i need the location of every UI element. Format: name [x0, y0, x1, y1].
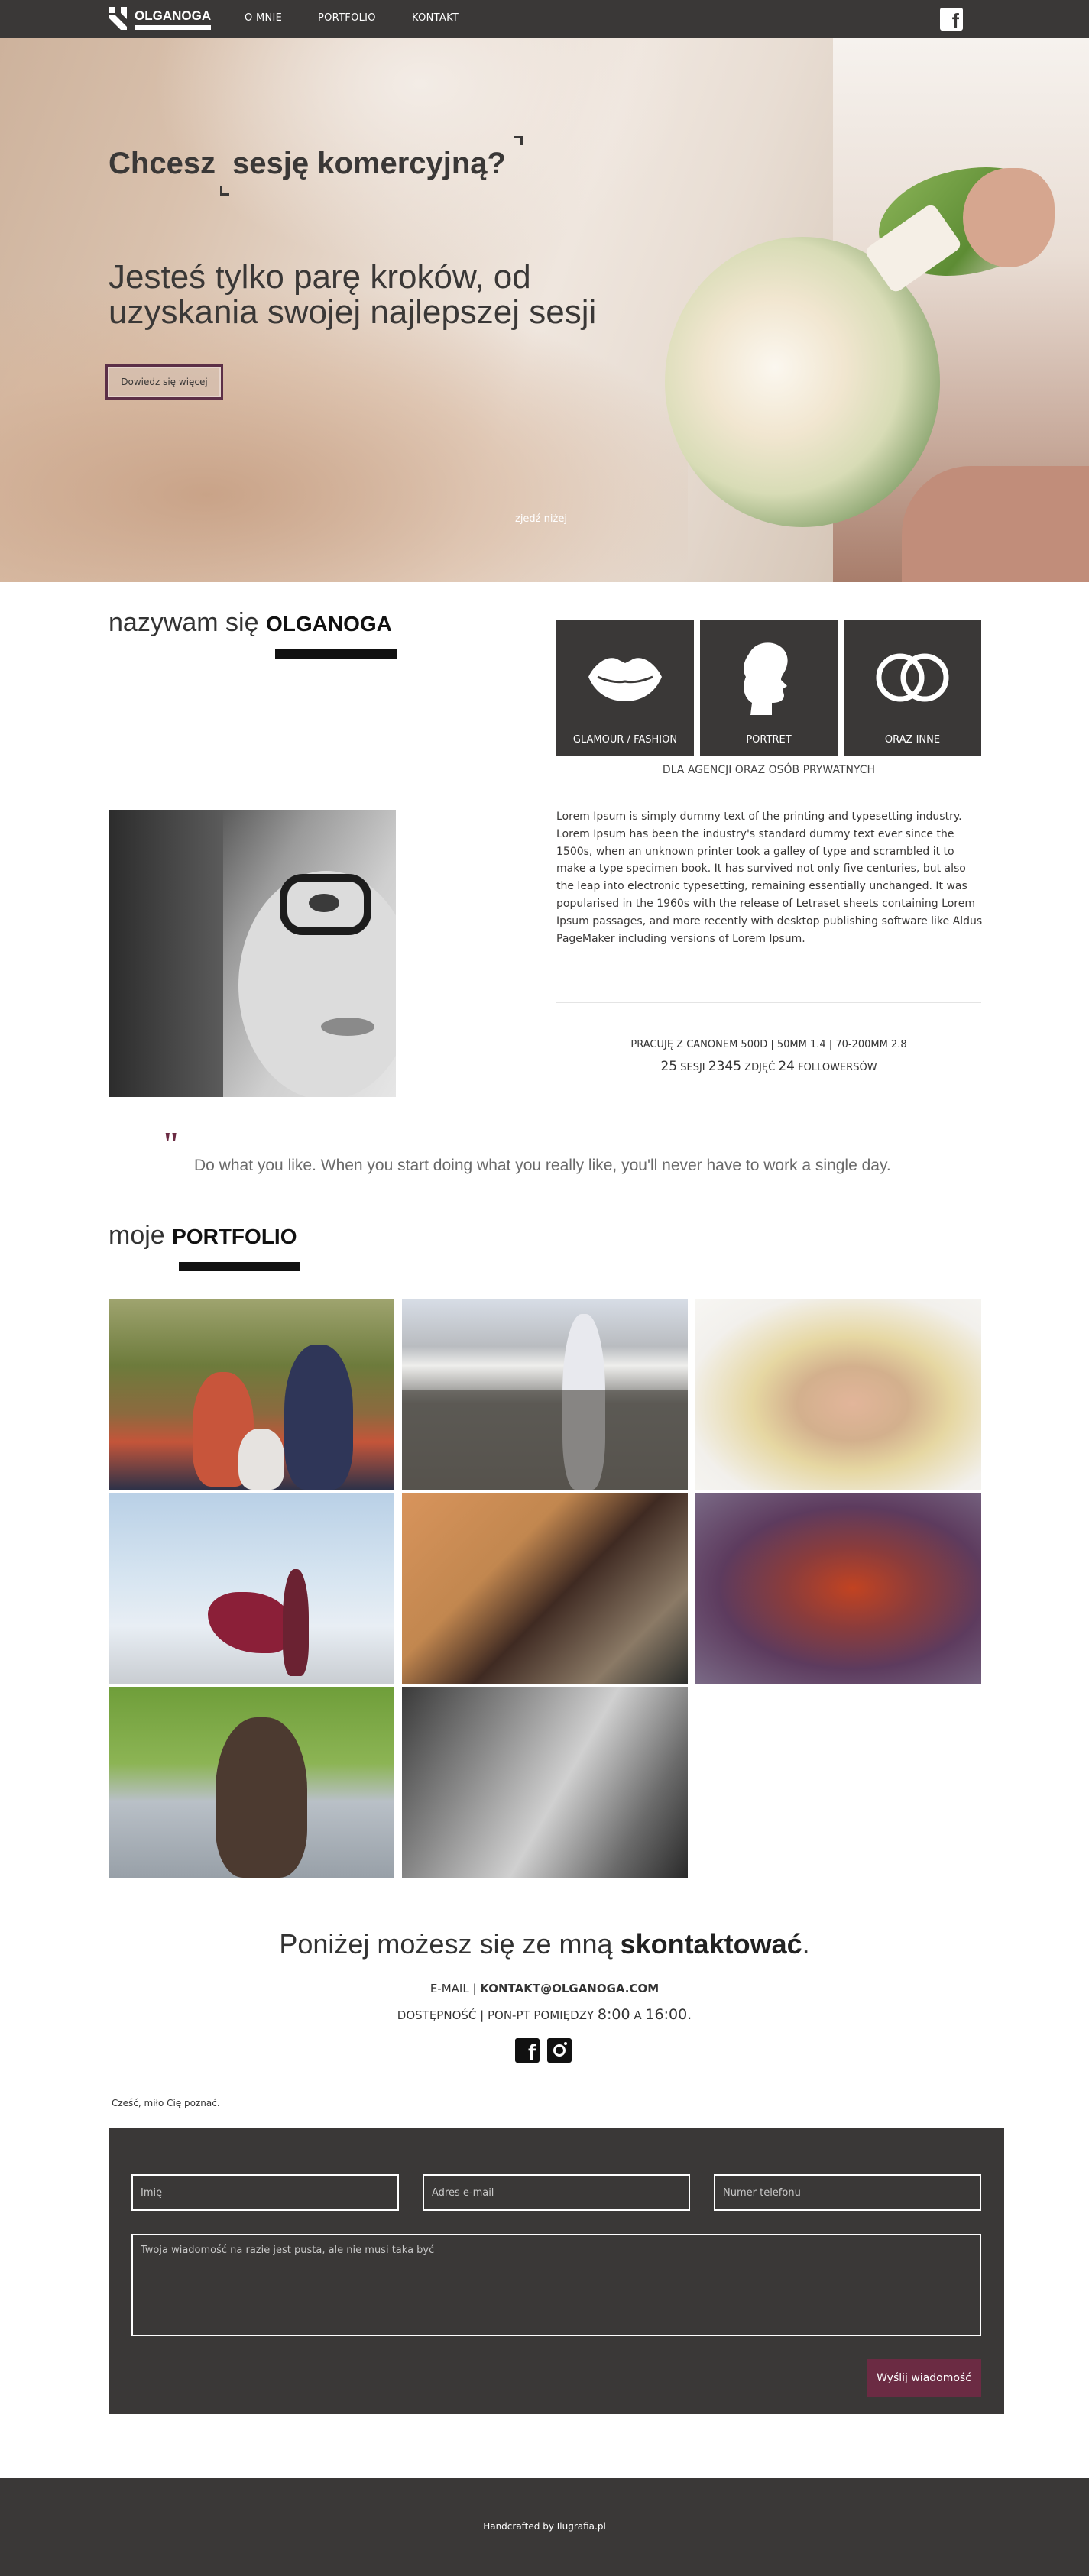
stat-sessions-number: 25 [660, 1059, 678, 1074]
nav-link-about[interactable]: O MNIE [245, 12, 282, 24]
name-field[interactable] [131, 2174, 399, 2211]
nav-link-contact[interactable]: KONTAKT [412, 12, 459, 24]
stat-followers-label: FOLLOWERSÓW [798, 1062, 877, 1073]
about-description: Lorem Ipsum is simply dummy text of the … [556, 811, 983, 945]
portfolio-photo-necklace[interactable] [402, 1493, 688, 1684]
portfolio-photo-red-dress[interactable] [109, 1493, 394, 1684]
scroll-down-link[interactable]: zjedź niżej [515, 513, 567, 525]
footer-credit[interactable]: Handcrafted by Ilugrafia.pl [0, 2521, 1089, 2532]
portfolio-photo-redhead[interactable] [695, 1493, 981, 1684]
footer: Handcrafted by Ilugrafia.pl [0, 2478, 1089, 2576]
contact-title: Poniżej możesz się ze mną skontaktować. [0, 1928, 1089, 1960]
top-navbar: OLGANOGA O MNIE PORTFOLIO KONTAKT f [0, 0, 1089, 38]
hero-sand [0, 290, 688, 582]
contact-title-prefix: Poniżej możesz się ze mną [279, 1928, 613, 1960]
portfolio-photo-rooftop[interactable] [402, 1299, 688, 1490]
photo-figure [284, 1345, 353, 1490]
brand-name: OLGANOGA [135, 8, 212, 23]
profile-icon [744, 642, 788, 715]
tile-label: ORAZ INNE [884, 734, 941, 746]
tile-other[interactable]: ORAZ INNE [844, 620, 981, 756]
logo-mark-icon [109, 7, 127, 30]
photo-figure [238, 1429, 284, 1490]
portfolio-photo-blonde[interactable] [695, 1299, 981, 1490]
email-field[interactable] [423, 2174, 690, 2211]
photo-figure [216, 1717, 307, 1878]
about-divider [556, 1002, 981, 1003]
tile-label: GLAMOUR / FASHION [572, 734, 678, 746]
contact-title-bold: skontaktować [620, 1928, 802, 1960]
tile-label: PORTRET [746, 734, 792, 746]
availability-label: DOSTĘPNOŚĆ [397, 2008, 477, 2022]
stats-line: 25 SESJI 2345 ZDJĘĆ 24 FOLLOWERSÓW [556, 1059, 981, 1074]
send-message-button[interactable]: Wyślij wiadomość [867, 2359, 981, 2397]
message-field[interactable] [131, 2234, 981, 2336]
portfolio-title: moje PORTFOLIO [109, 1221, 297, 1251]
facebook-icon[interactable]: f [515, 2038, 540, 2065]
learn-more-button[interactable]: Dowiedz się więcej [105, 364, 223, 400]
tiles-caption: DLA AGENCJI ORAZ OSÓB PRYWATNYCH [662, 764, 876, 776]
portfolio-photo-couple[interactable] [402, 1687, 688, 1878]
about-title: nazywam się OLGANOGA [109, 608, 392, 638]
hero-bride-arm [902, 466, 1089, 582]
contact-form: Wyślij wiadomość [109, 2128, 1004, 2414]
portfolio-title-prefix: moje [109, 1221, 165, 1250]
quote-text: Do what you like. When you start doing w… [194, 1157, 891, 1174]
phone-field[interactable] [714, 2174, 981, 2211]
portrait-lips [321, 1018, 374, 1036]
stat-followers-number: 24 [778, 1059, 795, 1074]
hero-headline: Chcesz sesję komercyjną? [109, 147, 506, 181]
headline-bracket-right [514, 136, 523, 145]
photo-dress [208, 1592, 292, 1653]
email-link[interactable]: KONTAKT@OLGANOGA.COM [480, 1982, 659, 1995]
availability-and: A [634, 2008, 642, 2022]
camera-gear-text: PRACUJĘ Z CANONEM 500D | 50MM 1.4 | 70-2… [630, 1039, 907, 1050]
nav-link-portfolio[interactable]: PORTFOLIO [318, 12, 376, 24]
portfolio-photo-family[interactable] [109, 1299, 394, 1490]
lips-icon [588, 658, 662, 701]
rings-icon [876, 653, 949, 702]
quote-mark-icon: " [162, 1127, 180, 1162]
portfolio-title-name: PORTFOLIO [172, 1225, 297, 1248]
portfolio-title-underline [179, 1262, 300, 1271]
tile-portrait[interactable]: PORTRET [700, 620, 838, 756]
headline-bracket-left [220, 186, 229, 196]
photo-roof [402, 1390, 688, 1490]
stat-photos-label: ZDJĘĆ [744, 1062, 776, 1073]
about-portrait-photo [109, 810, 396, 1097]
brand-logo[interactable]: OLGANOGA [109, 7, 211, 31]
instagram-icon[interactable] [547, 2038, 572, 2063]
logo-underline [135, 25, 211, 30]
availability-from: 8:00 [597, 2006, 630, 2023]
stat-sessions-label: SESJI [680, 1062, 705, 1073]
contact-availability-line: DOSTĘPNOŚĆ | PON-PT POMIĘDZY 8:00 A 16:0… [397, 2006, 692, 2023]
tile-glamour-fashion[interactable]: GLAMOUR / FASHION [556, 620, 694, 756]
hero-headline-word1: Chcesz [109, 147, 216, 180]
about-title-prefix: nazywam się [109, 608, 259, 637]
greeting-text: Cześć, miło Cię poznać. [112, 2098, 220, 2108]
facebook-icon[interactable]: f [940, 8, 963, 32]
contact-title-suffix: . [802, 1928, 810, 1960]
hero-headline-word2: sesję komercyjną? [232, 147, 506, 180]
about-title-underline [275, 649, 397, 659]
contact-email-line: E-MAIL | KONTAKT@OLGANOGA.COM [429, 1982, 660, 1995]
availability-days: PON-PT POMIĘDZY [487, 2008, 595, 2022]
about-title-name: OLGANOGA [265, 612, 392, 636]
hero-subtitle: Jesteś tylko parę kroków, od uzyskania s… [109, 258, 597, 331]
portrait-hair [109, 810, 223, 1097]
email-label: E-MAIL [429, 1982, 469, 1995]
availability-to: 16:00. [645, 2006, 692, 2023]
photo-figure [283, 1569, 309, 1676]
stat-photos-number: 2345 [708, 1059, 742, 1074]
portfolio-photo-road[interactable] [109, 1687, 394, 1878]
hero-hand [963, 168, 1055, 267]
portrait-eye [309, 894, 339, 912]
